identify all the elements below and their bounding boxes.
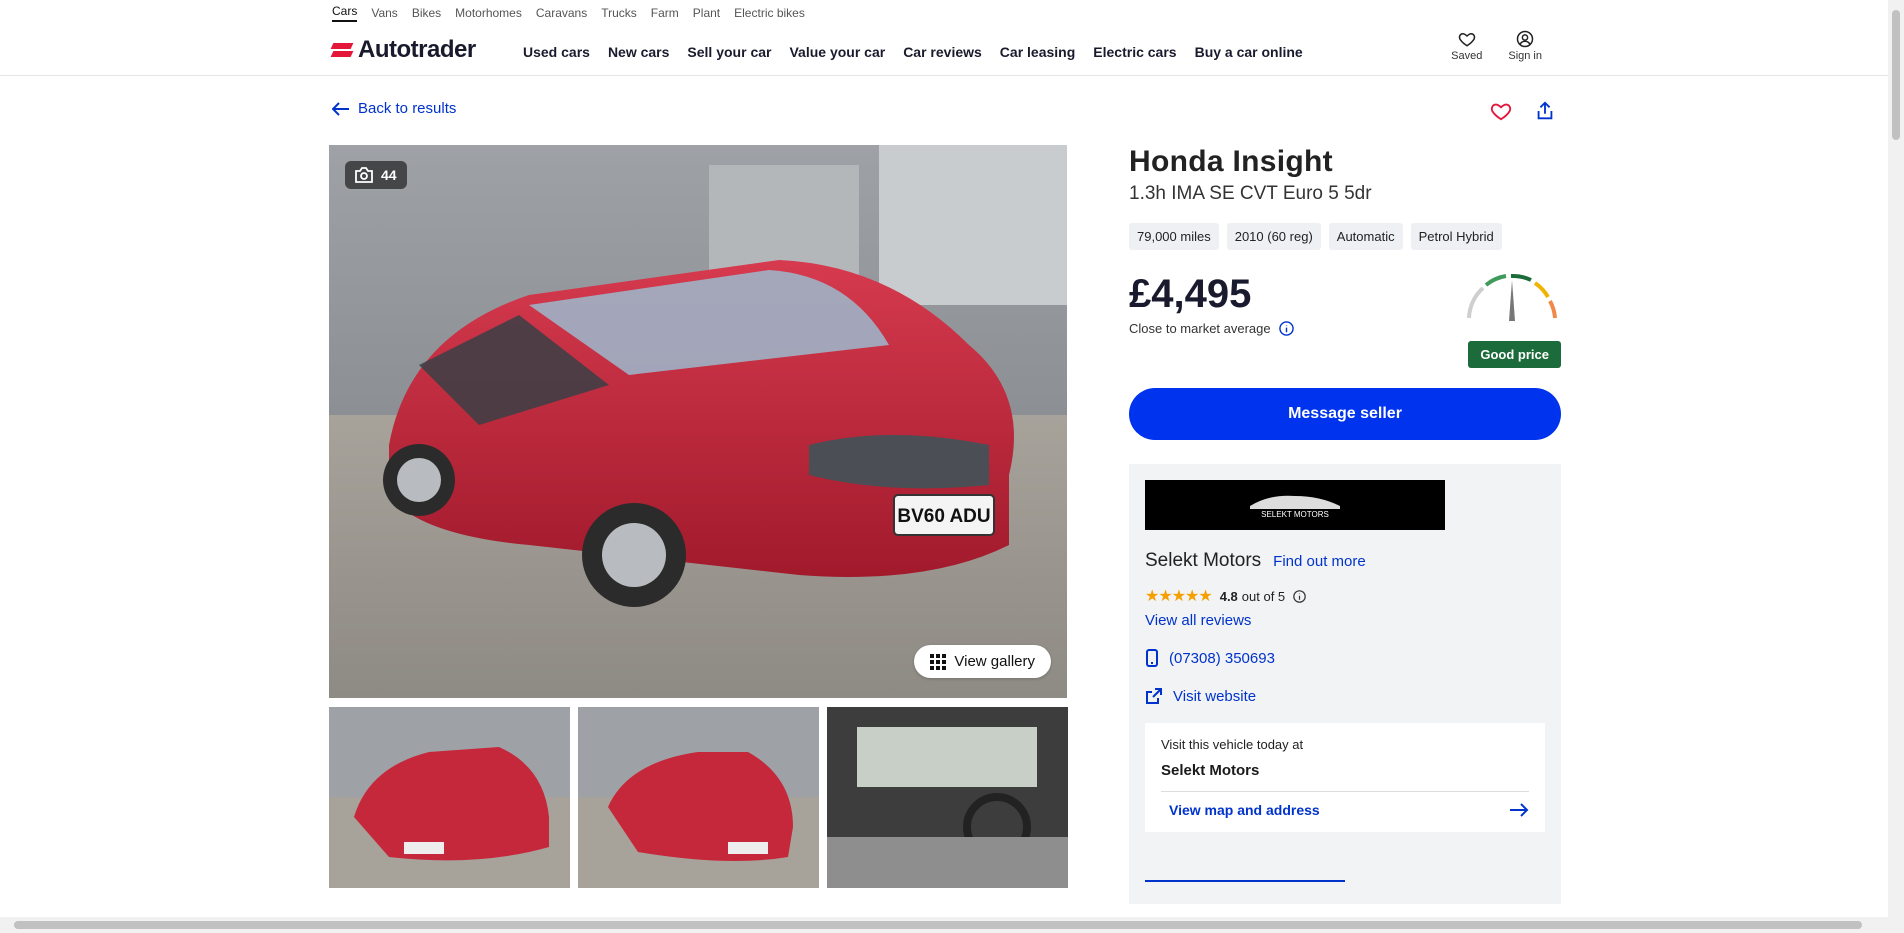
main-vehicle-photo[interactable]: BV60 ADU 44 View gallery	[329, 145, 1067, 698]
dealer-name-row: Selekt Motors Find out more	[1145, 550, 1545, 572]
arrow-left-icon	[332, 101, 349, 116]
visit-website-link[interactable]: Visit website	[1145, 687, 1545, 705]
dealer-rating: ★★★★★ 4.8 out of 5	[1145, 586, 1545, 606]
price-note-text: Close to market average	[1129, 321, 1271, 336]
horizontal-scroll-thumb[interactable]	[14, 921, 1862, 929]
message-seller-button[interactable]: Message seller	[1129, 388, 1561, 440]
grid-icon	[930, 653, 947, 670]
nav-car-leasing[interactable]: Car leasing	[1000, 44, 1075, 60]
category-bar: Cars Vans Bikes Motorhomes Caravans Truc…	[332, 0, 805, 22]
autotrader-logo[interactable]: Autotrader	[332, 36, 476, 64]
category-vans[interactable]: Vans	[371, 2, 397, 20]
info-icon[interactable]	[1278, 321, 1294, 336]
thumbnail-1[interactable]	[329, 707, 570, 888]
tab-active[interactable]	[1145, 880, 1345, 904]
thumbnail-3[interactable]	[827, 707, 1068, 888]
spec-chips: 79,000 miles 2010 (60 reg) Automatic Pet…	[1129, 223, 1561, 250]
listing-actions	[1490, 100, 1556, 122]
dealer-logo-text: SELEKT MOTORS	[1261, 510, 1329, 519]
category-plant[interactable]: Plant	[693, 2, 720, 20]
view-gallery-button[interactable]: View gallery	[914, 645, 1051, 678]
nav-car-reviews[interactable]: Car reviews	[903, 44, 982, 60]
category-bikes[interactable]: Bikes	[412, 2, 441, 20]
view-map-link[interactable]: View map and address	[1161, 791, 1529, 818]
user-icon	[1516, 30, 1534, 48]
camera-icon	[355, 167, 373, 183]
logo-text: Autotrader	[358, 36, 476, 63]
logo-mark-icon	[332, 41, 354, 59]
horizontal-scrollbar[interactable]	[0, 917, 1888, 933]
rating-info-icon[interactable]	[1293, 589, 1306, 603]
good-price-badge: Good price	[1468, 341, 1561, 368]
arrow-right-icon	[1510, 803, 1529, 817]
signin-button[interactable]: Sign in	[1508, 30, 1542, 62]
view-gallery-label: View gallery	[954, 653, 1035, 670]
vertical-scroll-thumb[interactable]	[1892, 10, 1900, 140]
visit-vehicle-card: Visit this vehicle today at Selekt Motor…	[1145, 723, 1545, 832]
dealer-panel: SELEKT MOTORS Selekt Motors Find out mor…	[1129, 464, 1561, 904]
visit-heading: Visit this vehicle today at	[1161, 737, 1304, 752]
spec-transmission: Automatic	[1328, 223, 1403, 250]
category-trucks[interactable]: Trucks	[601, 2, 637, 20]
number-plate: BV60 ADU	[897, 506, 990, 527]
vertical-scrollbar[interactable]	[1888, 0, 1904, 933]
spec-mileage: 79,000 miles	[1129, 223, 1219, 250]
share-icon[interactable]	[1534, 100, 1556, 122]
visit-website-label: Visit website	[1173, 687, 1257, 705]
main-nav: Used cars New cars Sell your car Value y…	[523, 44, 1303, 60]
spec-fuel: Petrol Hybrid	[1410, 223, 1502, 250]
nav-new-cars[interactable]: New cars	[608, 44, 669, 60]
category-motorhomes[interactable]: Motorhomes	[455, 2, 522, 20]
nav-sell-your-car[interactable]: Sell your car	[687, 44, 771, 60]
car-title: Honda Insight	[1129, 145, 1333, 178]
phone-icon	[1146, 649, 1158, 667]
rating-value: 4.8	[1219, 588, 1238, 604]
site-header: Autotrader Used cars New cars Sell your …	[0, 26, 1888, 76]
saved-label: Saved	[1451, 50, 1483, 62]
category-cars[interactable]: Cars	[332, 0, 358, 22]
back-to-results-link[interactable]: Back to results	[332, 100, 456, 117]
dealer-name: Selekt Motors	[1145, 550, 1262, 571]
nav-used-cars[interactable]: Used cars	[523, 44, 590, 60]
visit-dealer-name: Selekt Motors	[1161, 762, 1260, 779]
photo-count: 44	[381, 167, 397, 183]
rating-stars-icon: ★★★★★	[1145, 588, 1213, 605]
photo-count-badge[interactable]: 44	[345, 161, 407, 189]
spec-year: 2010 (60 reg)	[1226, 223, 1321, 250]
category-electric-bikes[interactable]: Electric bikes	[734, 2, 805, 20]
nav-electric-cars[interactable]: Electric cars	[1093, 44, 1176, 60]
dealer-logo[interactable]: SELEKT MOTORS	[1145, 480, 1445, 530]
phone-number: (07308) 350693	[1169, 649, 1275, 667]
rating-suffix: out of 5	[1241, 588, 1286, 604]
saved-button[interactable]: Saved	[1451, 30, 1482, 62]
listing-details: Honda Insight 1.3h IMA SE CVT Euro 5 5dr…	[1129, 145, 1561, 904]
category-caravans[interactable]: Caravans	[536, 2, 587, 20]
price-section: £4,495 Close to market average Good pric…	[1129, 272, 1561, 368]
tab-secondary[interactable]	[1345, 880, 1545, 904]
category-farm[interactable]: Farm	[651, 2, 679, 20]
phone-link[interactable]: (07308) 350693	[1145, 649, 1545, 667]
external-link-icon	[1146, 688, 1162, 704]
nav-value-your-car[interactable]: Value your car	[789, 44, 885, 60]
save-heart-icon[interactable]	[1490, 100, 1512, 122]
heart-icon	[1458, 32, 1475, 47]
view-all-reviews-link[interactable]: View all reviews	[1145, 612, 1545, 629]
thumbnail-strip	[329, 707, 1068, 888]
view-map-label: View map and address	[1169, 802, 1320, 818]
car-subtitle: 1.3h IMA SE CVT Euro 5 5dr	[1129, 183, 1372, 204]
dealer-tabs	[1145, 880, 1545, 904]
header-actions: Saved Sign in	[1451, 30, 1542, 62]
back-label: Back to results	[358, 100, 457, 117]
car-photo-illustration: BV60 ADU	[329, 145, 1067, 698]
nav-buy-online[interactable]: Buy a car online	[1195, 44, 1303, 60]
find-out-more-link[interactable]: Find out more	[1273, 553, 1366, 570]
thumbnail-2[interactable]	[578, 707, 819, 888]
signin-label: Sign in	[1508, 50, 1542, 62]
